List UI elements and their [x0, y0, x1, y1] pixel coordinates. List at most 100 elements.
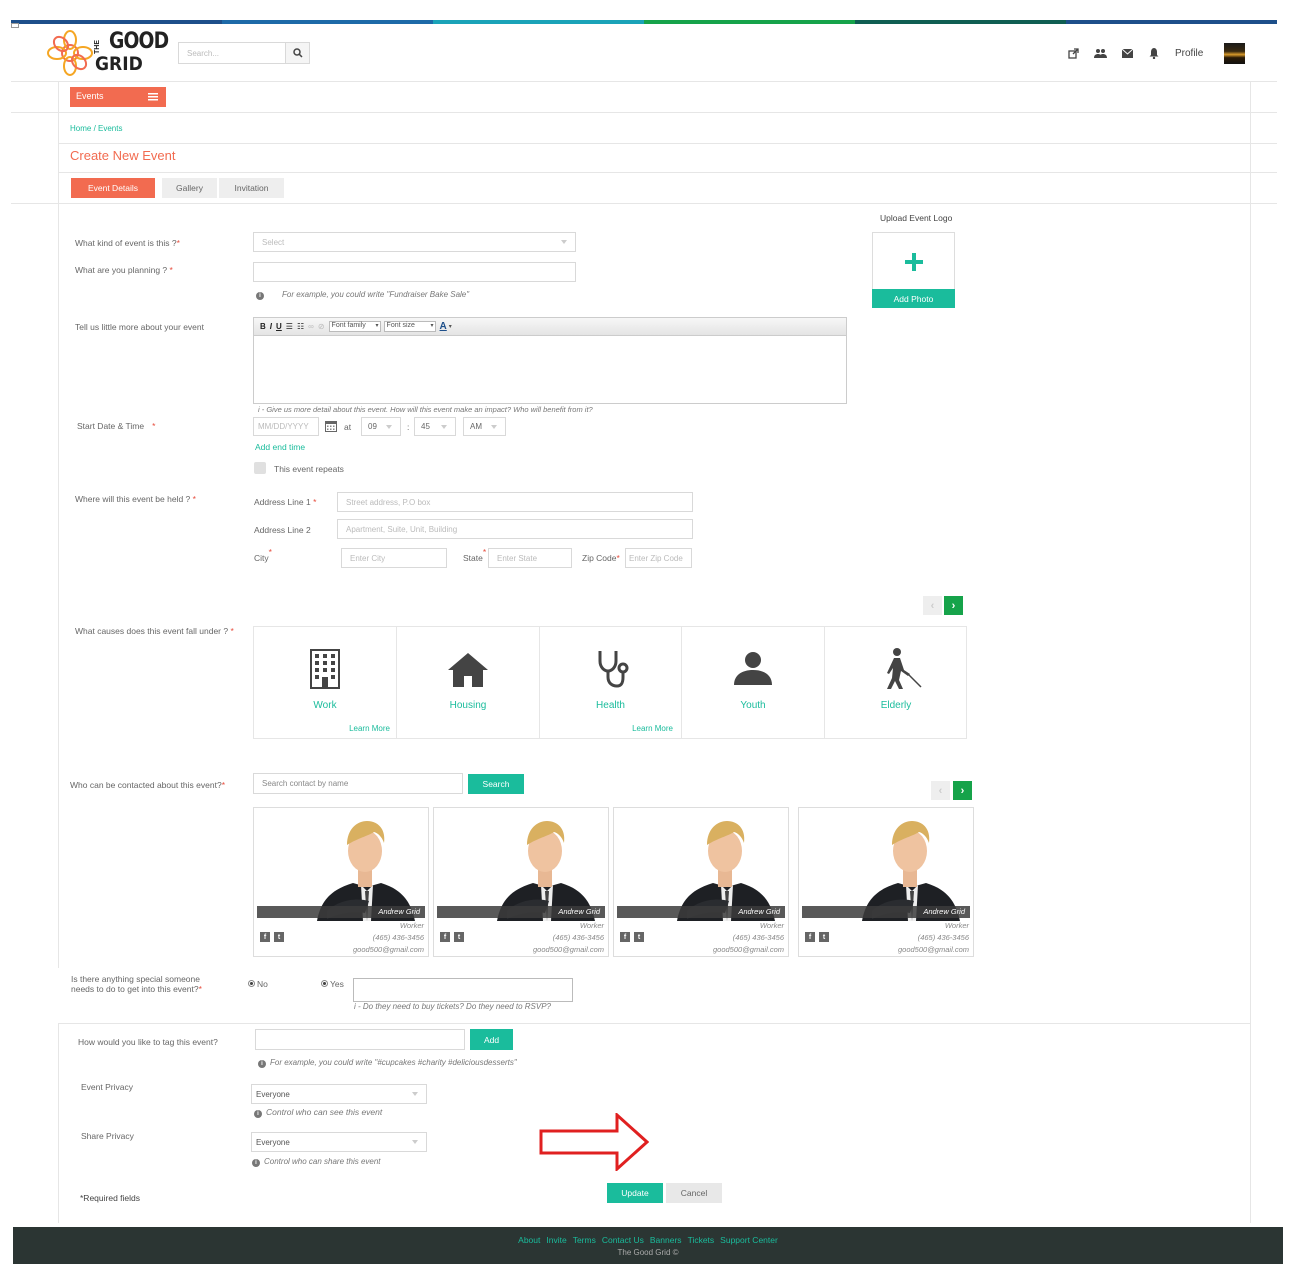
date-input[interactable]: MM/DD/YYYY [253, 417, 319, 436]
tab-invitation[interactable]: Invitation [219, 178, 284, 198]
footer-link-about[interactable]: About [518, 1235, 540, 1245]
contact-card[interactable]: Andrew Grid f t Worker (465) 436-3456 go… [613, 807, 789, 957]
special-no-radio[interactable] [248, 980, 255, 987]
learn-more-link[interactable]: Learn More [349, 724, 390, 733]
logo[interactable]: THE GOOD GRID [47, 28, 169, 78]
cancel-button[interactable]: Cancel [666, 1183, 722, 1203]
calendar-icon[interactable] [325, 420, 337, 432]
contact-role: Worker [944, 921, 969, 930]
contacts-next-button[interactable]: › [953, 781, 972, 800]
bullet-list-icon[interactable]: ☰ [286, 322, 293, 331]
cause-youth[interactable]: Youth [682, 627, 825, 738]
footer-link-contact-us[interactable]: Contact Us [602, 1235, 644, 1245]
events-menu-button[interactable]: Events [70, 87, 166, 107]
underline-button[interactable]: U [276, 322, 282, 331]
footer-link-banners[interactable]: Banners [650, 1235, 682, 1245]
text-color-button[interactable]: A [440, 321, 447, 332]
planning-input[interactable] [253, 262, 576, 282]
tag-label: How would you like to tag this event? [78, 1037, 218, 1047]
contact-email[interactable]: good500@gmail.com [533, 945, 604, 954]
special-yes-radio[interactable] [321, 980, 328, 987]
unlink-icon[interactable]: ⊘ [318, 322, 325, 331]
city-input[interactable]: Enter City [341, 548, 447, 568]
contact-name: Andrew Grid [802, 906, 970, 918]
add-photo-button[interactable]: Add Photo [872, 289, 955, 308]
twitter-icon[interactable]: t [274, 932, 284, 942]
share-select[interactable]: Everyone [251, 1132, 427, 1152]
add-end-time-link[interactable]: Add end time [255, 442, 305, 452]
twitter-icon[interactable]: t [454, 932, 464, 942]
contact-card[interactable]: Andrew Grid f t Worker (465) 436-3456 go… [433, 807, 609, 957]
causes-prev-button[interactable]: ‹ [923, 596, 942, 615]
rich-text-editor[interactable]: B I U ☰ ☷ ∞ ⊘ Font family ▾ Font size ▾ A ▾ [253, 317, 847, 404]
contact-phone: (465) 436-3456 [552, 933, 604, 942]
facebook-icon[interactable]: f [620, 932, 630, 942]
cause-housing[interactable]: Housing [397, 627, 540, 738]
cause-name: Housing [449, 700, 487, 711]
tab-gallery[interactable]: Gallery [162, 178, 217, 198]
avatar[interactable] [1224, 43, 1245, 64]
privacy-select[interactable]: Everyone [251, 1084, 427, 1104]
page-title: Create New Event [70, 148, 176, 163]
footer-link-support-center[interactable]: Support Center [720, 1235, 778, 1245]
ampm-select[interactable]: AM [463, 417, 506, 436]
contact-search-button[interactable]: Search [468, 774, 524, 794]
font-size-select[interactable]: Font size ▾ [383, 321, 436, 332]
footer-link-terms[interactable]: Terms [573, 1235, 596, 1245]
contact-card[interactable]: Andrew Grid f t Worker (465) 436-3456 go… [798, 807, 974, 957]
chevron-down-icon [412, 1092, 418, 1096]
profile-link[interactable]: Profile [1175, 48, 1203, 59]
numbered-list-icon[interactable]: ☷ [297, 322, 304, 331]
upload-logo-box[interactable] [872, 232, 955, 290]
twitter-icon[interactable]: t [634, 932, 644, 942]
editor-toolbar: B I U ☰ ☷ ∞ ⊘ Font family ▾ Font size ▾ A ▾ [254, 318, 846, 336]
footer-link-invite[interactable]: Invite [546, 1235, 566, 1245]
footer-link-tickets[interactable]: Tickets [688, 1235, 715, 1245]
contact-search-input[interactable]: Search contact by name [253, 773, 463, 794]
state-input[interactable]: Enter State [488, 548, 572, 568]
contact-photo [802, 811, 970, 921]
zip-input[interactable]: Enter Zip Code [625, 548, 692, 568]
address2-input[interactable]: Apartment, Suite, Unit, Building [337, 519, 693, 539]
cause-elderly[interactable]: Elderly [825, 627, 967, 738]
special-textarea[interactable] [353, 978, 573, 1002]
info-icon: i [256, 292, 264, 300]
causes-next-button[interactable]: › [944, 596, 963, 615]
kind-select[interactable]: Select [253, 232, 576, 252]
repeats-checkbox[interactable] [254, 462, 266, 474]
contact-email[interactable]: good500@gmail.com [898, 945, 969, 954]
address1-input[interactable]: Street address, P.O box [337, 492, 693, 512]
update-button[interactable]: Update [607, 1183, 663, 1203]
logo-flower-icon [47, 30, 93, 76]
cause-work[interactable]: Work Learn More [254, 627, 397, 738]
breadcrumb-home[interactable]: Home [70, 124, 91, 133]
building-icon [310, 649, 340, 689]
bell-icon[interactable] [1149, 47, 1159, 59]
mail-icon[interactable] [1122, 49, 1133, 58]
minute-select[interactable]: 45 [414, 417, 456, 436]
external-link-icon[interactable] [1068, 48, 1079, 59]
facebook-icon[interactable]: f [440, 932, 450, 942]
italic-button[interactable]: I [270, 322, 272, 331]
tag-input[interactable] [255, 1029, 465, 1050]
contact-email[interactable]: good500@gmail.com [713, 945, 784, 954]
search-button[interactable] [285, 42, 310, 64]
contact-email[interactable]: good500@gmail.com [353, 945, 424, 954]
hour-select[interactable]: 09 [361, 417, 401, 436]
twitter-icon[interactable]: t [819, 932, 829, 942]
add-tag-button[interactable]: Add [470, 1029, 513, 1050]
link-icon[interactable]: ∞ [308, 322, 314, 331]
bold-button[interactable]: B [260, 322, 266, 331]
contacts-prev-button[interactable]: ‹ [931, 781, 950, 800]
search-input[interactable]: Search... [178, 42, 286, 64]
info-icon: i [254, 1110, 262, 1118]
users-icon[interactable] [1094, 48, 1107, 59]
cause-health[interactable]: Health Learn More [540, 627, 682, 738]
tab-event-details[interactable]: Event Details [71, 178, 155, 198]
facebook-icon[interactable]: f [805, 932, 815, 942]
contact-card[interactable]: Andrew Grid f t Worker (465) 436-3456 go… [253, 807, 429, 957]
font-family-select[interactable]: Font family ▾ [328, 321, 381, 332]
breadcrumb-events[interactable]: Events [98, 124, 122, 133]
learn-more-link[interactable]: Learn More [632, 724, 673, 733]
facebook-icon[interactable]: f [260, 932, 270, 942]
